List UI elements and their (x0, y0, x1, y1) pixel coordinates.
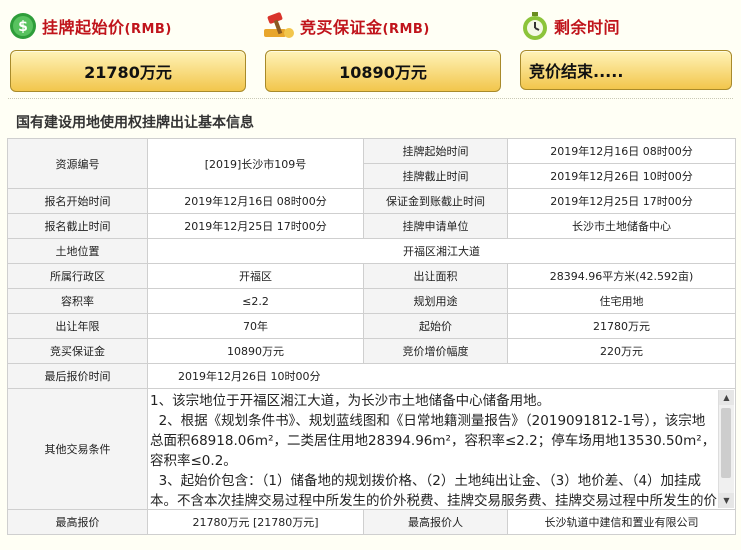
start-price-row-value: 21780万元 (507, 313, 736, 339)
usage-label: 规划用途 (363, 288, 508, 314)
deposit-row-value: 10890万元 (147, 338, 364, 364)
remaining-label: 剩余时间 (554, 18, 621, 37)
increment-label: 竞价增价幅度 (363, 338, 508, 364)
money-coin-icon: $ (10, 13, 36, 39)
section-title: 国有建设用地使用权挂牌出让基本信息 (16, 115, 254, 131)
term-label: 出让年限 (7, 313, 148, 339)
district-label: 所属行政区 (7, 263, 148, 289)
district-value: 开福区 (147, 263, 364, 289)
table-row: 最后报价时间 2019年12月26日 10时00分 (7, 363, 736, 389)
stopwatch-icon (523, 12, 547, 40)
last-bid-time-value: 2019年12月26日 10时00分 (147, 363, 736, 389)
far-label: 容积率 (7, 288, 148, 314)
scroll-up-arrow-icon[interactable]: ▲ (719, 390, 734, 405)
location-value: 开福区湘江大道 (147, 238, 736, 264)
other-terms-label: 其他交易条件 (7, 388, 148, 510)
scroll-down-arrow-icon[interactable]: ▼ (719, 493, 734, 508)
other-terms-textarea[interactable]: 1、该宗地位于开福区湘江大道，为长沙市土地储备中心储备用地。 2、根据《规划条件… (147, 388, 736, 510)
area-value: 28394.96平方米(42.592亩) (507, 263, 736, 289)
resource-no-value: [2019]长沙市109号 (147, 138, 364, 189)
table-row: 资源编号 [2019]长沙市109号 挂牌起始时间 2019年12月16日 08… (7, 138, 736, 189)
table-row: 出让年限 70年 起始价 21780万元 (7, 313, 736, 339)
far-value: ≤2.2 (147, 288, 364, 314)
reg-end-label: 报名截止时间 (7, 213, 148, 239)
scroll-thumb[interactable] (721, 408, 731, 478)
deposit-value: 10890万元 (265, 50, 501, 92)
increment-value: 220万元 (507, 338, 736, 364)
deposit-row-label: 竞买保证金 (7, 338, 148, 364)
svg-text:$: $ (18, 19, 28, 35)
deposit-header: 竞买保证金(RMB) (262, 8, 430, 44)
start-price-value: 21780万元 (10, 50, 246, 92)
table-row: 最高报价 21780万元 [21780万元] 最高报价人 长沙轨道中建信和置业有… (7, 509, 736, 535)
countdown-status: 竞价结束..... (520, 50, 732, 90)
listing-end-value: 2019年12月26日 10时00分 (507, 163, 736, 189)
applicant-value: 长沙市土地储备中心 (507, 213, 736, 239)
highest-bid-value: 21780万元 [21780万元] (147, 509, 364, 535)
usage-value: 住宅用地 (507, 288, 736, 314)
table-row: 报名截止时间 2019年12月25日 17时00分 挂牌申请单位 长沙市土地储备… (7, 213, 736, 239)
table-row: 容积率 ≤2.2 规划用途 住宅用地 (7, 288, 736, 314)
reg-start-value: 2019年12月16日 08时00分 (147, 188, 364, 214)
start-price-row-label: 起始价 (363, 313, 508, 339)
table-row: 其他交易条件 1、该宗地位于开福区湘江大道，为长沙市土地储备中心储备用地。 2、… (7, 388, 736, 510)
reg-start-label: 报名开始时间 (7, 188, 148, 214)
highest-bidder-value: 长沙轨道中建信和置业有限公司 (507, 509, 736, 535)
start-price-header: $ 挂牌起始价(RMB) (8, 8, 172, 44)
bid-hammer-icon (264, 12, 294, 38)
applicant-label: 挂牌申请单位 (363, 213, 508, 239)
listing-info-table: 资源编号 [2019]长沙市109号 挂牌起始时间 2019年12月16日 08… (7, 138, 736, 535)
resource-no-label: 资源编号 (7, 138, 148, 189)
start-price-label: 挂牌起始价(RMB) (42, 18, 172, 37)
term-value: 70年 (147, 313, 364, 339)
divider (8, 98, 733, 99)
other-terms-text: 1、该宗地位于开福区湘江大道，为长沙市土地储备中心储备用地。 2、根据《规划条件… (150, 393, 717, 509)
table-row: 竞买保证金 10890万元 竞价增价幅度 220万元 (7, 338, 736, 364)
table-row: 所属行政区 开福区 出让面积 28394.96平方米(42.592亩) (7, 263, 736, 289)
deposit-deadline-label: 保证金到账截止时间 (363, 188, 508, 214)
area-label: 出让面积 (363, 263, 508, 289)
listing-start-label: 挂牌起始时间 (363, 138, 508, 164)
scrollbar[interactable]: ▲ ▼ (718, 390, 734, 508)
listing-start-value: 2019年12月16日 08时00分 (507, 138, 736, 164)
location-label: 土地位置 (7, 238, 148, 264)
remaining-header: 剩余时间 (520, 8, 620, 44)
summary-header: $ 挂牌起始价(RMB) 竞买保证金(RMB) 剩余时间 21780万元 108… (0, 0, 741, 100)
deposit-label: 竞买保证金(RMB) (300, 18, 430, 37)
listing-end-label: 挂牌截止时间 (363, 163, 508, 189)
table-row: 报名开始时间 2019年12月16日 08时00分 保证金到账截止时间 2019… (7, 188, 736, 214)
reg-end-value: 2019年12月25日 17时00分 (147, 213, 364, 239)
last-bid-time-label: 最后报价时间 (7, 363, 148, 389)
highest-bidder-label: 最高报价人 (363, 509, 508, 535)
deposit-deadline-value: 2019年12月25日 17时00分 (507, 188, 736, 214)
table-row: 土地位置 开福区湘江大道 (7, 238, 736, 264)
highest-bid-label: 最高报价 (7, 509, 148, 535)
